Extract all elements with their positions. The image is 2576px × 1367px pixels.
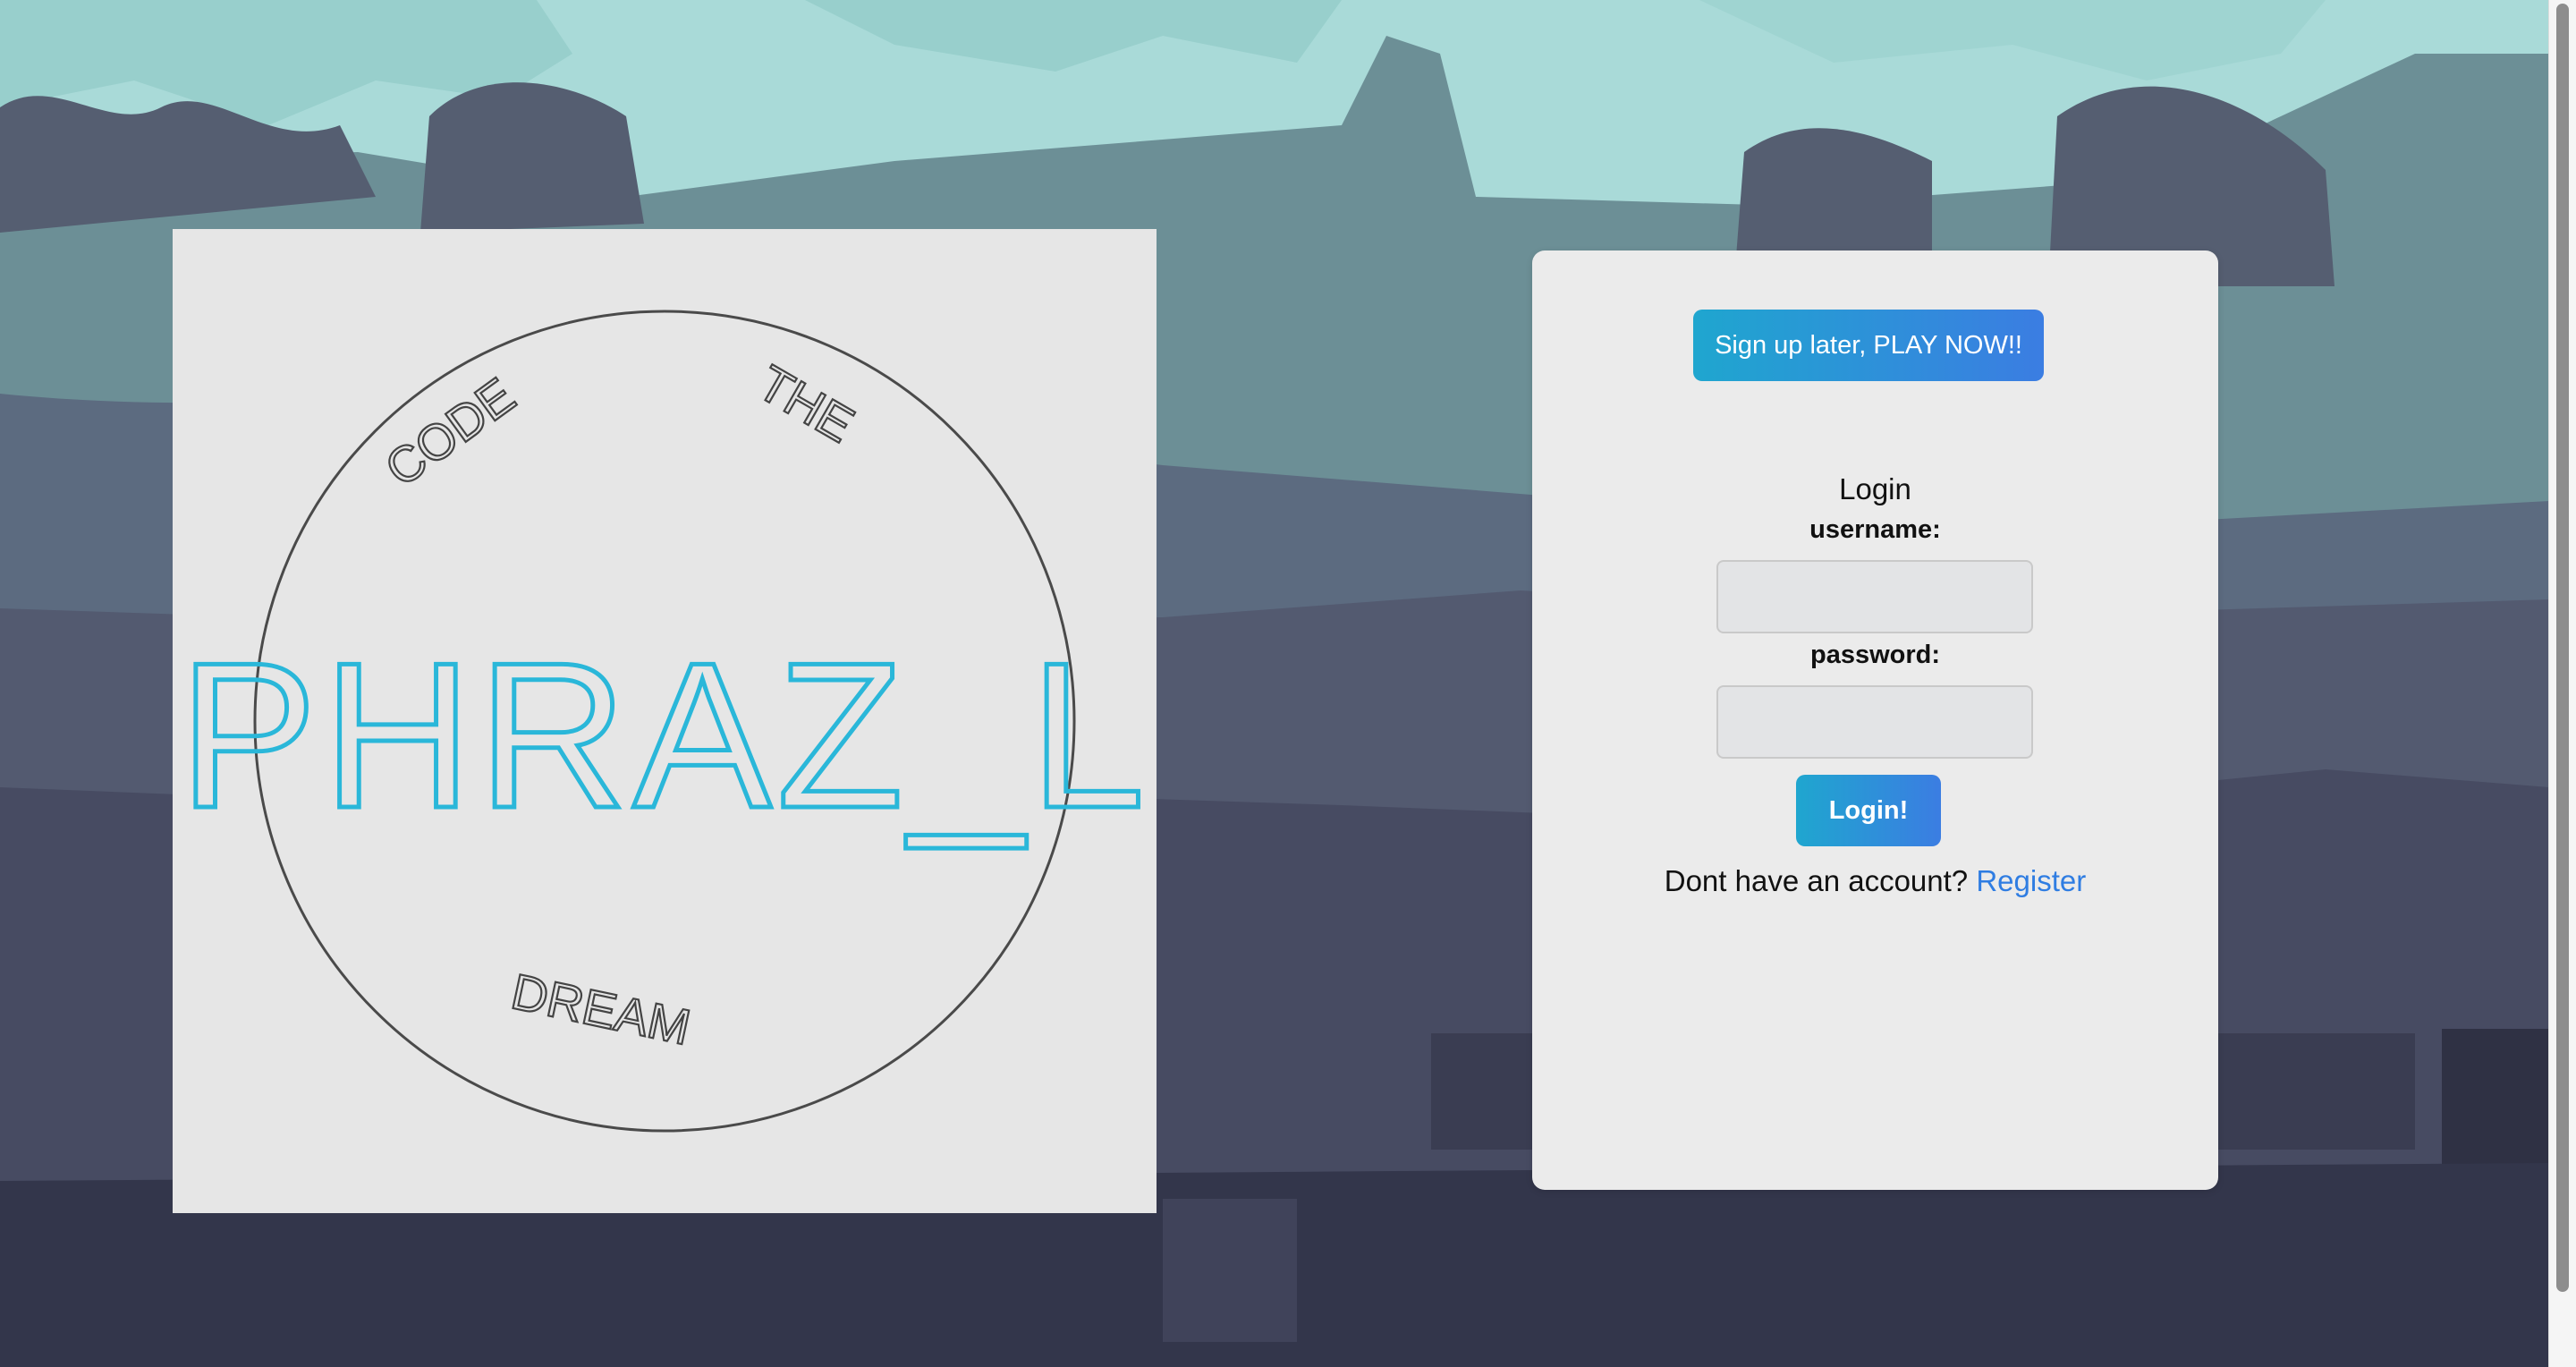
login-card: Sign up later, PLAY NOW!! Login username…: [1532, 250, 2218, 1190]
page-scrollbar[interactable]: [2548, 0, 2576, 1367]
play-now-button[interactable]: Sign up later, PLAY NOW!!: [1693, 310, 2044, 381]
register-link[interactable]: Register: [1976, 864, 2086, 897]
username-label: username:: [1809, 515, 1941, 544]
login-title: Login: [1839, 472, 1911, 505]
brand-logo-panel: CODE THE DREAM PHRAZ_L: [173, 229, 1157, 1213]
brand-logo: CODE THE DREAM PHRAZ_L: [176, 310, 1150, 1133]
logo-brand-text: PHRAZ_L: [179, 620, 1150, 852]
register-prompt-line: Dont have an account? Register: [1532, 864, 2218, 898]
password-label: password:: [1809, 641, 1941, 669]
app-page: CODE THE DREAM PHRAZ_L Sign up later, PL…: [0, 0, 2576, 1367]
scrollbar-thumb[interactable]: [2556, 4, 2569, 1292]
register-prompt-text: Dont have an account?: [1664, 864, 1977, 897]
username-input[interactable]: [1716, 560, 2033, 633]
logo-arc-text-code: CODE: [375, 367, 525, 497]
logo-arc-text-dream: DREAM: [507, 963, 696, 1056]
password-input[interactable]: [1716, 685, 2033, 759]
logo-arc-text-the: THE: [749, 354, 863, 454]
login-button[interactable]: Login!: [1796, 775, 1941, 846]
